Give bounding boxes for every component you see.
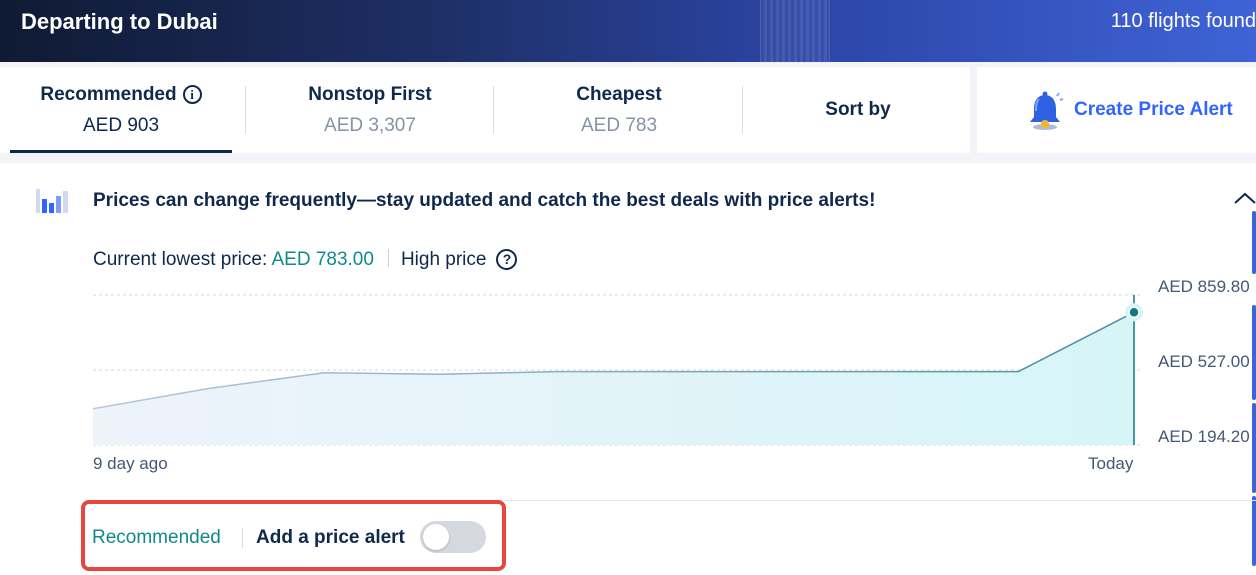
price-history-chart — [92, 294, 1143, 446]
flights-count: 110 flights found — [1110, 10, 1256, 32]
tab-cheapest-price: AED 783 — [580, 115, 658, 136]
tab-nonstop-first-label: Nonstop First — [308, 84, 432, 105]
tab-recommended[interactable]: Recommended i AED 903 — [10, 67, 232, 153]
help-icon[interactable]: ? — [496, 249, 518, 270]
y-axis-label-bottom: AED 194.20 — [1158, 427, 1250, 446]
tab-recommended-label: Recommended — [40, 84, 177, 105]
tab-divider — [493, 86, 494, 134]
bell-icon — [1030, 91, 1064, 130]
current-lowest-price-row: Current lowest price: AED 783.00 High pri… — [93, 249, 518, 271]
tab-cheapest[interactable]: Cheapest AED 783 — [496, 67, 742, 153]
divider — [387, 249, 389, 267]
toggle-knob — [423, 524, 449, 550]
header-background-image — [760, 0, 830, 62]
create-price-alert-button[interactable]: Create Price Alert — [977, 67, 1256, 153]
create-price-alert-label: Create Price Alert — [1074, 99, 1233, 120]
side-scroll-indicator — [1252, 211, 1256, 274]
y-axis-label-top: AED 859.80 — [1158, 277, 1250, 296]
add-price-alert-label: Add a price alert — [256, 527, 405, 548]
tab-nonstop-first[interactable]: Nonstop First AED 3,307 — [248, 67, 492, 153]
page-title: Departing to Dubai — [21, 9, 218, 34]
price-area — [93, 312, 1134, 445]
current-price-point — [1128, 306, 1140, 319]
tab-cheapest-label: Cheapest — [576, 84, 662, 105]
tab-recommended-price: AED 903 — [82, 115, 160, 136]
sort-by-dropdown[interactable]: Sort by — [745, 67, 971, 153]
x-axis-label-end: Today — [1088, 454, 1134, 473]
side-scroll-indicator — [1252, 305, 1256, 400]
recommended-link[interactable]: Recommended — [92, 527, 221, 549]
x-axis-label-start: 9 day ago — [93, 454, 168, 473]
chevron-up-icon[interactable] — [1232, 189, 1256, 209]
price-level: High price — [400, 249, 487, 270]
tab-divider — [742, 86, 743, 134]
side-scroll-indicator — [1252, 496, 1256, 566]
bar-chart-icon — [36, 189, 68, 213]
tab-divider — [245, 86, 246, 134]
current-lowest-value: AED 783.00 — [271, 249, 374, 270]
tab-nonstop-first-price: AED 3,307 — [324, 115, 416, 136]
price-alert-headline: Prices can change frequently—stay update… — [93, 190, 876, 211]
current-lowest-label: Current lowest price: — [93, 249, 268, 270]
info-icon[interactable]: i — [182, 85, 202, 104]
price-trend-card: Prices can change frequently—stay update… — [0, 163, 1256, 575]
results-header: Departing to Dubai 110 flights found — [0, 0, 1256, 62]
sort-bar: Recommended i AED 903 Nonstop First AED 3… — [0, 67, 970, 153]
side-scroll-indicator — [1252, 403, 1256, 493]
price-alert-toggle[interactable] — [420, 521, 486, 553]
divider — [242, 528, 243, 548]
y-axis-label-mid: AED 527.00 — [1158, 352, 1250, 371]
